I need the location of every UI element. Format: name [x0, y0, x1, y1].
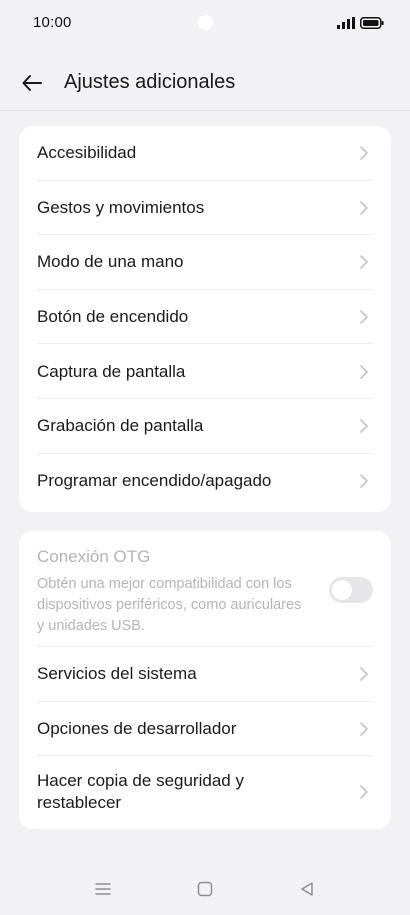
home-icon — [197, 881, 213, 897]
status-bar: 10:00 — [0, 0, 410, 46]
list-item-label: Programar encendido/apagado — [37, 470, 272, 490]
nav-back-button[interactable] — [296, 878, 318, 900]
back-button[interactable] — [18, 69, 46, 97]
list-item-label: Grabación de pantalla — [37, 416, 204, 436]
otg-title: Conexión OTG — [37, 547, 151, 566]
list-item-gestos[interactable]: Gestos y movimientos — [19, 181, 391, 236]
chevron-right-icon — [360, 474, 368, 488]
list-item-label: Hacer copia de seguridad y restablecer — [37, 771, 244, 813]
battery-icon — [360, 16, 384, 34]
status-icons — [337, 16, 384, 34]
chevron-right-icon — [360, 785, 368, 799]
list-item-label: Opciones de desarrollador — [37, 718, 237, 738]
chevron-right-icon — [360, 667, 368, 682]
chevron-right-icon — [360, 146, 368, 161]
list-item-modo-una-mano[interactable]: Modo de una mano — [19, 235, 391, 290]
back-arrow-icon — [22, 75, 42, 91]
otg-description: Obtén una mejor compatibilidad con los d… — [37, 576, 302, 634]
list-item-label: Modo de una mano — [37, 252, 184, 272]
otg-toggle[interactable] — [329, 577, 373, 603]
system-navigation-bar — [0, 866, 410, 914]
header-divider — [0, 110, 410, 111]
list-item-captura-pantalla[interactable]: Captura de pantalla — [19, 344, 391, 399]
list-item-copia-seguridad[interactable]: Hacer copia de seguridad y restablecer — [19, 756, 391, 828]
back-triangle-icon — [301, 882, 313, 896]
toggle-knob — [332, 580, 352, 600]
list-item-grabacion-pantalla[interactable]: Grabación de pantalla — [19, 399, 391, 454]
settings-group-1: Accesibilidad Gestos y movimientos Modo … — [19, 126, 391, 512]
front-camera — [198, 15, 213, 30]
list-item-opciones-desarrollador[interactable]: Opciones de desarrollador — [19, 702, 391, 757]
list-item-label: Servicios del sistema — [37, 664, 197, 684]
chevron-right-icon — [360, 255, 368, 270]
page-title: Ajustes adicionales — [64, 71, 236, 93]
chevron-right-icon — [360, 310, 368, 324]
chevron-right-icon — [360, 201, 368, 215]
home-button[interactable] — [194, 878, 216, 900]
status-time: 10:00 — [33, 14, 72, 31]
chevron-right-icon — [360, 419, 368, 434]
settings-group-2: Conexión OTG Obtén una mejor compatibili… — [19, 531, 391, 829]
list-item-label: Captura de pantalla — [37, 361, 186, 381]
chevron-right-icon — [360, 364, 368, 379]
app-bar: Ajustes adicionales — [0, 56, 410, 110]
list-item-label: Accesibilidad — [37, 143, 137, 163]
otg-connection-item: Conexión OTG Obtén una mejor compatibili… — [19, 531, 391, 647]
list-item-programar-encendido[interactable]: Programar encendido/apagado — [19, 454, 391, 509]
list-item-boton-encendido[interactable]: Botón de encendido — [19, 290, 391, 345]
list-item-servicios-sistema[interactable]: Servicios del sistema — [19, 647, 391, 702]
signal-icon — [337, 16, 355, 34]
chevron-right-icon — [360, 722, 368, 736]
menu-icon — [95, 883, 111, 895]
list-item-label: Gestos y movimientos — [37, 197, 205, 217]
list-item-label: Botón de encendido — [37, 307, 189, 327]
recent-apps-button[interactable] — [92, 878, 114, 900]
list-item-accesibilidad[interactable]: Accesibilidad — [19, 126, 391, 181]
